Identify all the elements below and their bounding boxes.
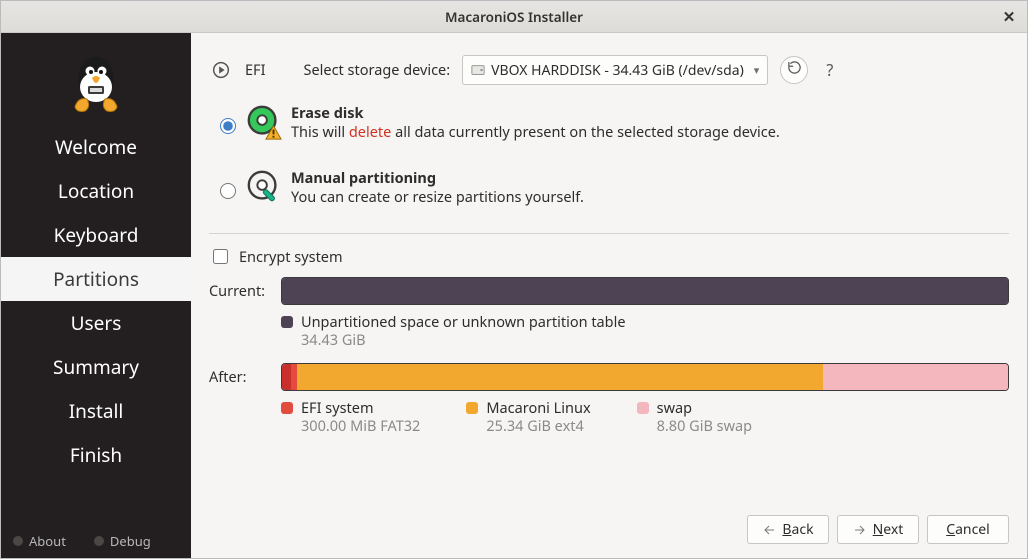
efi-label: EFI (245, 60, 266, 80)
topbar: EFI Select storage device: VBOX HARDDISK… (209, 55, 1009, 85)
arrow-left-icon (762, 524, 776, 536)
erase-title: Erase disk (291, 103, 1009, 123)
select-device-label: Select storage device: (304, 60, 451, 80)
current-label: Current: (209, 277, 275, 305)
sidebar-item-partitions[interactable]: Partitions (1, 257, 191, 301)
boot-settings-icon[interactable] (209, 58, 233, 82)
dot-icon (94, 536, 104, 546)
option-erase-disk[interactable]: Erase disk This will delete all data cur… (209, 103, 1009, 146)
option-manual-partition[interactable]: Manual partitioning You can create or re… (209, 168, 1009, 211)
legend-item: Unpartitioned space or unknown partition… (281, 313, 626, 349)
sidebar-item-finish[interactable]: Finish (1, 433, 191, 477)
encrypt-checkbox[interactable] (213, 249, 228, 264)
wizard-buttons: Back Next Cancel (209, 505, 1009, 544)
arrow-right-icon (853, 524, 867, 536)
after-seg-root (297, 364, 823, 390)
next-button[interactable]: Next (837, 515, 919, 544)
sidebar-footer: About Debug (1, 524, 191, 558)
about-link[interactable]: About (13, 532, 66, 550)
sidebar-item-users[interactable]: Users (1, 301, 191, 345)
sidebar-item-summary[interactable]: Summary (1, 345, 191, 389)
legend-item: swap 8.80 GiB swap (637, 399, 752, 435)
harddisk-icon (471, 63, 485, 77)
sidebar-item-location[interactable]: Location (1, 169, 191, 213)
swatch-icon (466, 402, 478, 414)
titlebar: MacaroniOS Installer ✕ (1, 1, 1027, 33)
after-seg-efi-border (282, 364, 291, 390)
main: EFI Select storage device: VBOX HARDDISK… (191, 33, 1027, 558)
manual-partition-radio[interactable] (220, 183, 236, 199)
device-text: VBOX HARDDISK - 34.43 GiB (/dev/sda) (491, 61, 744, 80)
erase-disk-icon (245, 103, 291, 146)
sidebar: Welcome Location Keyboard Partitions Use… (1, 33, 191, 558)
dot-icon (13, 536, 23, 546)
after-label: After: (209, 363, 275, 391)
partition-preview: Current: Unpartitioned space or unknown … (209, 277, 1009, 446)
after-legend: EFI system 300.00 MiB FAT32 Macaroni Lin… (281, 399, 1009, 435)
partitioning-options: Erase disk This will delete all data cur… (209, 103, 1009, 211)
encrypt-label: Encrypt system (239, 247, 343, 267)
legend-item: EFI system 300.00 MiB FAT32 (281, 399, 420, 435)
close-icon: ✕ (1003, 7, 1016, 27)
window: MacaroniOS Installer ✕ (0, 0, 1028, 559)
refresh-button[interactable] (780, 56, 808, 84)
debug-link[interactable]: Debug (94, 532, 151, 550)
cancel-button[interactable]: Cancel (927, 515, 1009, 544)
swatch-icon (281, 402, 293, 414)
distro-logo (61, 45, 131, 119)
body: Welcome Location Keyboard Partitions Use… (1, 33, 1027, 558)
after-bar (281, 363, 1009, 391)
legend-item: Macaroni Linux 25.34 GiB ext4 (466, 399, 590, 435)
manual-title: Manual partitioning (291, 168, 1009, 188)
sidebar-item-install[interactable]: Install (1, 389, 191, 433)
close-button[interactable]: ✕ (999, 7, 1019, 27)
separator (209, 233, 1009, 234)
after-seg-swap (823, 364, 1008, 390)
current-legend: Unpartitioned space or unknown partition… (281, 313, 1009, 349)
manual-desc: You can create or resize partitions your… (291, 188, 1009, 207)
window-title: MacaroniOS Installer (445, 8, 583, 26)
refresh-icon (787, 60, 802, 80)
erase-desc: This will delete all data currently pres… (291, 123, 1009, 142)
erase-disk-radio[interactable] (220, 118, 236, 134)
storage-device-select[interactable]: VBOX HARDDISK - 34.43 GiB (/dev/sda) ▾ (462, 55, 768, 85)
sidebar-item-welcome[interactable]: Welcome (1, 125, 191, 169)
current-seg-unpartitioned (282, 278, 1008, 304)
current-bar (281, 277, 1009, 305)
chevron-down-icon: ▾ (750, 63, 762, 78)
encrypt-row: Encrypt system (209, 246, 1009, 267)
swatch-icon (281, 316, 293, 328)
manual-partition-icon (245, 168, 291, 211)
help-button[interactable]: ? (820, 59, 839, 81)
back-button[interactable]: Back (747, 515, 829, 544)
swatch-icon (637, 402, 649, 414)
sidebar-item-keyboard[interactable]: Keyboard (1, 213, 191, 257)
